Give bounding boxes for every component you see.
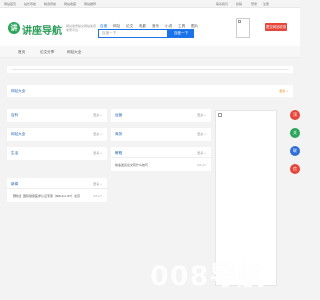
top-link-recommend[interactable]: 网站推荐 <box>84 2 96 6</box>
panel-more-link[interactable]: 更多 » <box>197 151 206 155</box>
top-link-featured[interactable]: 精选导航 <box>44 2 56 6</box>
list-item[interactable]: 快速发表论文有什么技巧 <box>115 163 148 167</box>
divider <box>11 69 289 70</box>
list-item-date: 08-27 <box>197 163 206 167</box>
nav-item-site-directory[interactable]: 网站大全 <box>67 50 81 55</box>
panel-business: 商务 更多 » <box>111 128 211 141</box>
broken-image-icon <box>218 113 222 117</box>
nav-item-home[interactable]: 首页 <box>18 50 25 55</box>
panel-more-link[interactable]: 更多 » <box>197 132 206 136</box>
main-nav: 首页 论文分享 网站大全 <box>0 46 300 58</box>
panel-operations: 运营 更多 » <box>111 109 211 122</box>
panel-title[interactable]: 教程 <box>115 151 122 156</box>
panel-title[interactable]: 商务 <box>115 132 122 137</box>
site-header: 讲 讲座导航 网址收录提交网站免费收录平台 百度 网址 论文 电影 音乐 小说 … <box>0 8 300 46</box>
panel-more-link[interactable]: 更多 » <box>197 113 206 117</box>
logo-icon[interactable]: 讲 <box>8 22 20 34</box>
broken-image-icon <box>238 20 241 23</box>
panel-title[interactable]: 运营 <box>115 113 122 118</box>
divider <box>7 188 107 189</box>
top-link-register[interactable]: 注册 <box>263 2 269 6</box>
top-link-favorites[interactable]: 网站收藏 <box>64 2 76 6</box>
panel-life: 生活 更多 » <box>7 147 107 160</box>
header-ad-image[interactable] <box>236 18 250 38</box>
panel-more-link[interactable]: 更多 » <box>93 182 102 186</box>
top-link-submit[interactable]: 投稿 <box>236 2 242 6</box>
logo-text[interactable]: 讲座导航 <box>22 22 62 37</box>
slogan: 网址收录提交网站免费收录平台 <box>66 24 97 32</box>
watermark: 008导航 <box>150 261 266 292</box>
panel-news: 新闻 更多 » 【豫社】国际健康医学认证专家（NRULA RT）北京 08-27 <box>7 178 107 202</box>
top-bar: 网站首页 站长导航 精选导航 网站收藏 网站推荐 联系我们 投稿 登录 注册 <box>0 0 300 8</box>
panel-title[interactable]: 新闻 <box>11 182 18 187</box>
submit-site-button[interactable]: 提交网站收录 <box>265 23 287 31</box>
notice-strip <box>7 66 293 73</box>
panel-title[interactable]: 百科 <box>11 113 18 118</box>
panel-title[interactable]: 网站大全 <box>11 132 25 137</box>
panel-encyclopedia: 百科 更多 » <box>7 109 107 122</box>
panel-more-link[interactable]: 更多 » <box>93 132 102 136</box>
panel-more-link[interactable]: 更多 » <box>279 89 288 93</box>
list-item[interactable]: 【豫社】国际健康医学认证专家（NRULA RT）北京 <box>11 194 80 198</box>
float-message-button[interactable]: 信 <box>290 164 300 174</box>
panel-site-directory: 网站大全 更多 » <box>7 85 293 97</box>
search-button[interactable]: 百度一下 <box>168 29 194 38</box>
list-item-date: 08-27 <box>93 194 102 198</box>
float-contact-button[interactable]: 联 <box>290 146 300 156</box>
panel-site-list: 网站大全 更多 » <box>7 128 107 141</box>
top-link-home[interactable]: 网站首页 <box>4 2 16 6</box>
divider <box>111 157 211 158</box>
panel-title[interactable]: 网站大全 <box>11 89 25 94</box>
search-input[interactable]: 百度一下 <box>98 29 168 38</box>
panel-more-link[interactable]: 更多 » <box>93 113 102 117</box>
nav-item-paper-share[interactable]: 论文分享 <box>40 50 54 55</box>
float-follow-button[interactable]: 关 <box>290 128 300 138</box>
panel-more-link[interactable]: 更多 » <box>93 151 102 155</box>
top-link-login[interactable]: 登录 <box>251 2 257 6</box>
panel-tutorials: 教程 更多 » 快速发表论文有什么技巧 08-27 <box>111 147 211 171</box>
panel-title[interactable]: 生活 <box>11 151 18 156</box>
top-link-contact[interactable]: 联系我们 <box>216 2 228 6</box>
top-link-nav[interactable]: 站长导航 <box>24 2 36 6</box>
float-top-button[interactable]: 顶 <box>290 110 300 120</box>
